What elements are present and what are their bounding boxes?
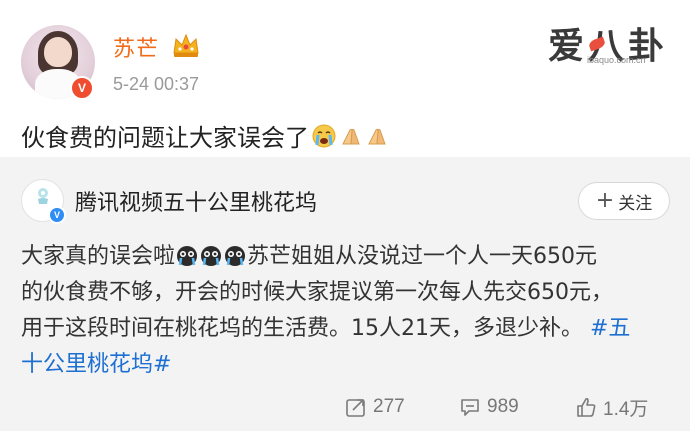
watermark-logo: 爱八卦 ibaquo.com.cn [545,17,675,67]
hashtag-link[interactable]: #五 [590,316,630,341]
repost-action[interactable]: 277 [345,393,405,421]
repost-icon [346,399,365,417]
post-text-row: 伙食费的问题让大家误会了 [21,118,389,153]
crown-icon [173,33,199,57]
praying-hands-icon [342,128,360,144]
comment-icon [461,399,479,416]
repost-body-line-4: 十公里桃花坞# [21,347,671,383]
like-action[interactable]: 1.4万 [575,393,648,421]
comment-count: 989 [487,396,519,417]
sob-face-icon [177,246,198,266]
repost-count: 277 [373,396,405,417]
tencent-video-logo-icon [38,188,48,204]
repost-body-line-3: 用于这段时间在桃花坞的生活费。15人21天，多退少补。 #五 [21,311,671,347]
post-timestamp: 5-24 00:37 [113,74,200,94]
hashtag-link[interactable]: 十公里桃花坞# [21,352,171,377]
sob-face-icon [225,246,246,266]
plus-icon: + [595,188,615,213]
like-count: 1.4万 [603,398,649,420]
username[interactable]: 苏芒 [113,31,159,63]
repost-author[interactable]: 腾讯视频五十公里桃花坞 [75,185,317,217]
verified-badge: V [70,76,94,100]
repost-verified-badge: V [48,206,66,224]
sob-face-icon [201,246,222,266]
follow-label: 关注 [618,193,653,214]
repost-body-text: 用于这段时间在桃花坞的生活费。15人21天，多退少补。 [21,316,583,341]
crying-face-icon [312,124,336,147]
repost-body-text: 大家真的误会啦 [21,244,176,269]
repost-card[interactable]: V 腾讯视频五十公里桃花坞 + 关注 大家真的误会啦 苏芒姐姐从没说过一个人一天… [0,157,690,431]
repost-body-text: 苏芒姐姐从没说过一个人一天650元 [247,244,598,269]
repost-body-line-2: 的伙食费不够，开会的时候大家提议第一次每人先交650元， [21,280,613,305]
repost-body: 大家真的误会啦 苏芒姐姐从没说过一个人一天650元 的伙食费不够，开会的时候大家… [21,239,671,383]
watermark-url: ibaquo.com.cn [587,55,646,65]
repost-body-line-1: 大家真的误会啦 苏芒姐姐从没说过一个人一天650元 [21,239,671,275]
praying-hands-icon [368,128,386,144]
like-icon [577,397,596,417]
comment-action[interactable]: 989 [459,393,519,421]
follow-button[interactable]: + 关注 [578,182,670,220]
post-text: 伙食费的问题让大家误会了 [21,124,309,152]
